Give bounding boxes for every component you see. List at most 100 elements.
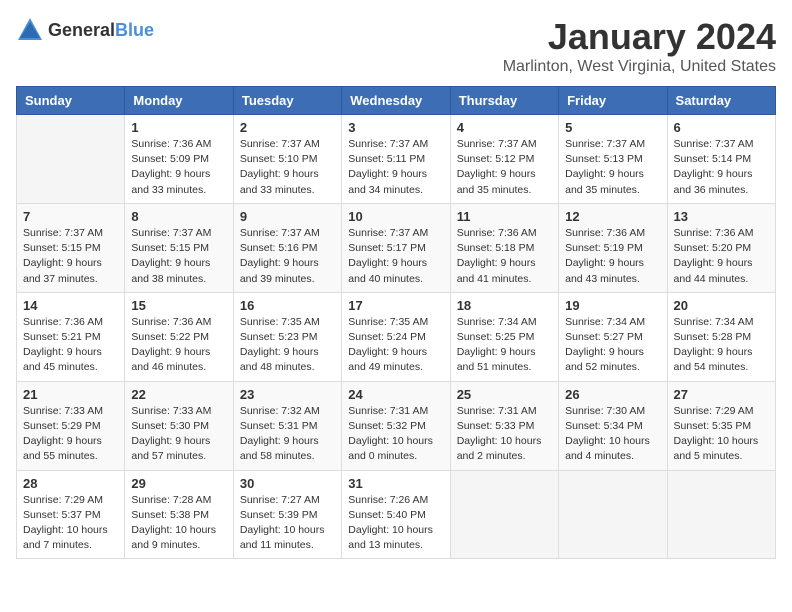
day-number: 2: [240, 120, 335, 135]
day-info: Sunrise: 7:28 AMSunset: 5:38 PMDaylight:…: [131, 493, 226, 554]
calendar-cell: 27 Sunrise: 7:29 AMSunset: 5:35 PMDayligh…: [667, 381, 775, 470]
day-info: Sunrise: 7:30 AMSunset: 5:34 PMDaylight:…: [565, 404, 660, 465]
calendar-cell: 14 Sunrise: 7:36 AMSunset: 5:21 PMDayligh…: [17, 292, 125, 381]
day-info: Sunrise: 7:37 AMSunset: 5:14 PMDaylight:…: [674, 137, 769, 198]
day-number: 25: [457, 387, 552, 402]
calendar-header-monday: Monday: [125, 87, 233, 115]
day-info: Sunrise: 7:36 AMSunset: 5:21 PMDaylight:…: [23, 315, 118, 376]
day-number: 11: [457, 209, 552, 224]
day-info: Sunrise: 7:37 AMSunset: 5:15 PMDaylight:…: [23, 226, 118, 287]
day-number: 12: [565, 209, 660, 224]
day-info: Sunrise: 7:37 AMSunset: 5:16 PMDaylight:…: [240, 226, 335, 287]
calendar-cell: 19 Sunrise: 7:34 AMSunset: 5:27 PMDayligh…: [559, 292, 667, 381]
day-info: Sunrise: 7:36 AMSunset: 5:22 PMDaylight:…: [131, 315, 226, 376]
day-number: 24: [348, 387, 443, 402]
day-info: Sunrise: 7:32 AMSunset: 5:31 PMDaylight:…: [240, 404, 335, 465]
logo-icon: [16, 16, 44, 44]
day-info: Sunrise: 7:36 AMSunset: 5:19 PMDaylight:…: [565, 226, 660, 287]
calendar-header-sunday: Sunday: [17, 87, 125, 115]
calendar-cell: 28 Sunrise: 7:29 AMSunset: 5:37 PMDayligh…: [17, 470, 125, 559]
day-info: Sunrise: 7:36 AMSunset: 5:18 PMDaylight:…: [457, 226, 552, 287]
day-number: 1: [131, 120, 226, 135]
calendar-cell: 18Sunrise: 7:34 AMSunset: 5:25 PMDayligh…: [450, 292, 558, 381]
calendar-header-tuesday: Tuesday: [233, 87, 341, 115]
calendar-cell: 16Sunrise: 7:35 AMSunset: 5:23 PMDayligh…: [233, 292, 341, 381]
day-info: Sunrise: 7:27 AMSunset: 5:39 PMDaylight:…: [240, 493, 335, 554]
day-number: 20: [674, 298, 769, 313]
day-number: 5: [565, 120, 660, 135]
day-number: 17: [348, 298, 443, 313]
calendar-cell: [667, 470, 775, 559]
day-number: 14: [23, 298, 118, 313]
calendar-cell: [17, 115, 125, 204]
calendar-cell: 13Sunrise: 7:36 AMSunset: 5:20 PMDayligh…: [667, 203, 775, 292]
day-info: Sunrise: 7:36 AMSunset: 5:20 PMDaylight:…: [674, 226, 769, 287]
calendar-cell: [450, 470, 558, 559]
day-info: Sunrise: 7:37 AMSunset: 5:17 PMDaylight:…: [348, 226, 443, 287]
day-number: 8: [131, 209, 226, 224]
day-info: Sunrise: 7:37 AMSunset: 5:13 PMDaylight:…: [565, 137, 660, 198]
page-header: GeneralBlue January 2024 Marlinton, West…: [16, 16, 776, 76]
week-row-3: 14 Sunrise: 7:36 AMSunset: 5:21 PMDayligh…: [17, 292, 776, 381]
day-info: Sunrise: 7:34 AMSunset: 5:27 PMDaylight:…: [565, 315, 660, 376]
calendar-cell: 10 Sunrise: 7:37 AMSunset: 5:17 PMDayligh…: [342, 203, 450, 292]
day-number: 23: [240, 387, 335, 402]
day-number: 26: [565, 387, 660, 402]
calendar-cell: 11 Sunrise: 7:36 AMSunset: 5:18 PMDayligh…: [450, 203, 558, 292]
day-number: 10: [348, 209, 443, 224]
logo-text-blue: Blue: [115, 20, 154, 40]
day-number: 4: [457, 120, 552, 135]
calendar-cell: 7 Sunrise: 7:37 AMSunset: 5:15 PMDaylight…: [17, 203, 125, 292]
day-number: 28: [23, 476, 118, 491]
day-info: Sunrise: 7:29 AMSunset: 5:35 PMDaylight:…: [674, 404, 769, 465]
logo-text-general: General: [48, 20, 115, 40]
calendar-cell: 12 Sunrise: 7:36 AMSunset: 5:19 PMDayligh…: [559, 203, 667, 292]
calendar-table: SundayMondayTuesdayWednesdayThursdayFrid…: [16, 86, 776, 559]
calendar-header-saturday: Saturday: [667, 87, 775, 115]
calendar-cell: 2 Sunrise: 7:37 AMSunset: 5:10 PMDaylight…: [233, 115, 341, 204]
day-info: Sunrise: 7:34 AMSunset: 5:28 PMDaylight:…: [674, 315, 769, 376]
day-info: Sunrise: 7:36 AMSunset: 5:09 PMDaylight:…: [131, 137, 226, 198]
day-info: Sunrise: 7:26 AMSunset: 5:40 PMDaylight:…: [348, 493, 443, 554]
day-info: Sunrise: 7:35 AMSunset: 5:24 PMDaylight:…: [348, 315, 443, 376]
day-info: Sunrise: 7:34 AMSunset: 5:25 PMDaylight:…: [457, 315, 552, 376]
day-info: Sunrise: 7:29 AMSunset: 5:37 PMDaylight:…: [23, 493, 118, 554]
day-info: Sunrise: 7:37 AMSunset: 5:10 PMDaylight:…: [240, 137, 335, 198]
day-number: 21: [23, 387, 118, 402]
calendar-cell: 30Sunrise: 7:27 AMSunset: 5:39 PMDayligh…: [233, 470, 341, 559]
calendar-cell: 5 Sunrise: 7:37 AMSunset: 5:13 PMDaylight…: [559, 115, 667, 204]
week-row-2: 7 Sunrise: 7:37 AMSunset: 5:15 PMDaylight…: [17, 203, 776, 292]
calendar-cell: 6 Sunrise: 7:37 AMSunset: 5:14 PMDaylight…: [667, 115, 775, 204]
day-number: 27: [674, 387, 769, 402]
calendar-cell: 9 Sunrise: 7:37 AMSunset: 5:16 PMDaylight…: [233, 203, 341, 292]
title-area: January 2024 Marlinton, West Virginia, U…: [503, 16, 776, 76]
day-info: Sunrise: 7:37 AMSunset: 5:11 PMDaylight:…: [348, 137, 443, 198]
day-number: 22: [131, 387, 226, 402]
calendar-cell: [559, 470, 667, 559]
week-row-1: 1 Sunrise: 7:36 AMSunset: 5:09 PMDaylight…: [17, 115, 776, 204]
calendar-cell: 24 Sunrise: 7:31 AMSunset: 5:32 PMDayligh…: [342, 381, 450, 470]
calendar-cell: 23 Sunrise: 7:32 AMSunset: 5:31 PMDayligh…: [233, 381, 341, 470]
day-number: 3: [348, 120, 443, 135]
day-info: Sunrise: 7:37 AMSunset: 5:15 PMDaylight:…: [131, 226, 226, 287]
calendar-cell: 3 Sunrise: 7:37 AMSunset: 5:11 PMDaylight…: [342, 115, 450, 204]
day-number: 15: [131, 298, 226, 313]
month-title: January 2024: [503, 16, 776, 58]
calendar-cell: 15 Sunrise: 7:36 AMSunset: 5:22 PMDayligh…: [125, 292, 233, 381]
week-row-5: 28 Sunrise: 7:29 AMSunset: 5:37 PMDayligh…: [17, 470, 776, 559]
day-info: Sunrise: 7:33 AMSunset: 5:30 PMDaylight:…: [131, 404, 226, 465]
calendar-header-friday: Friday: [559, 87, 667, 115]
day-number: 29: [131, 476, 226, 491]
day-number: 9: [240, 209, 335, 224]
calendar-cell: 4Sunrise: 7:37 AMSunset: 5:12 PMDaylight…: [450, 115, 558, 204]
calendar-cell: 1 Sunrise: 7:36 AMSunset: 5:09 PMDaylight…: [125, 115, 233, 204]
day-info: Sunrise: 7:31 AMSunset: 5:33 PMDaylight:…: [457, 404, 552, 465]
calendar-cell: 31Sunrise: 7:26 AMSunset: 5:40 PMDayligh…: [342, 470, 450, 559]
day-info: Sunrise: 7:35 AMSunset: 5:23 PMDaylight:…: [240, 315, 335, 376]
day-number: 7: [23, 209, 118, 224]
calendar-header-thursday: Thursday: [450, 87, 558, 115]
logo: GeneralBlue: [16, 16, 154, 44]
day-number: 19: [565, 298, 660, 313]
day-number: 6: [674, 120, 769, 135]
day-info: Sunrise: 7:31 AMSunset: 5:32 PMDaylight:…: [348, 404, 443, 465]
